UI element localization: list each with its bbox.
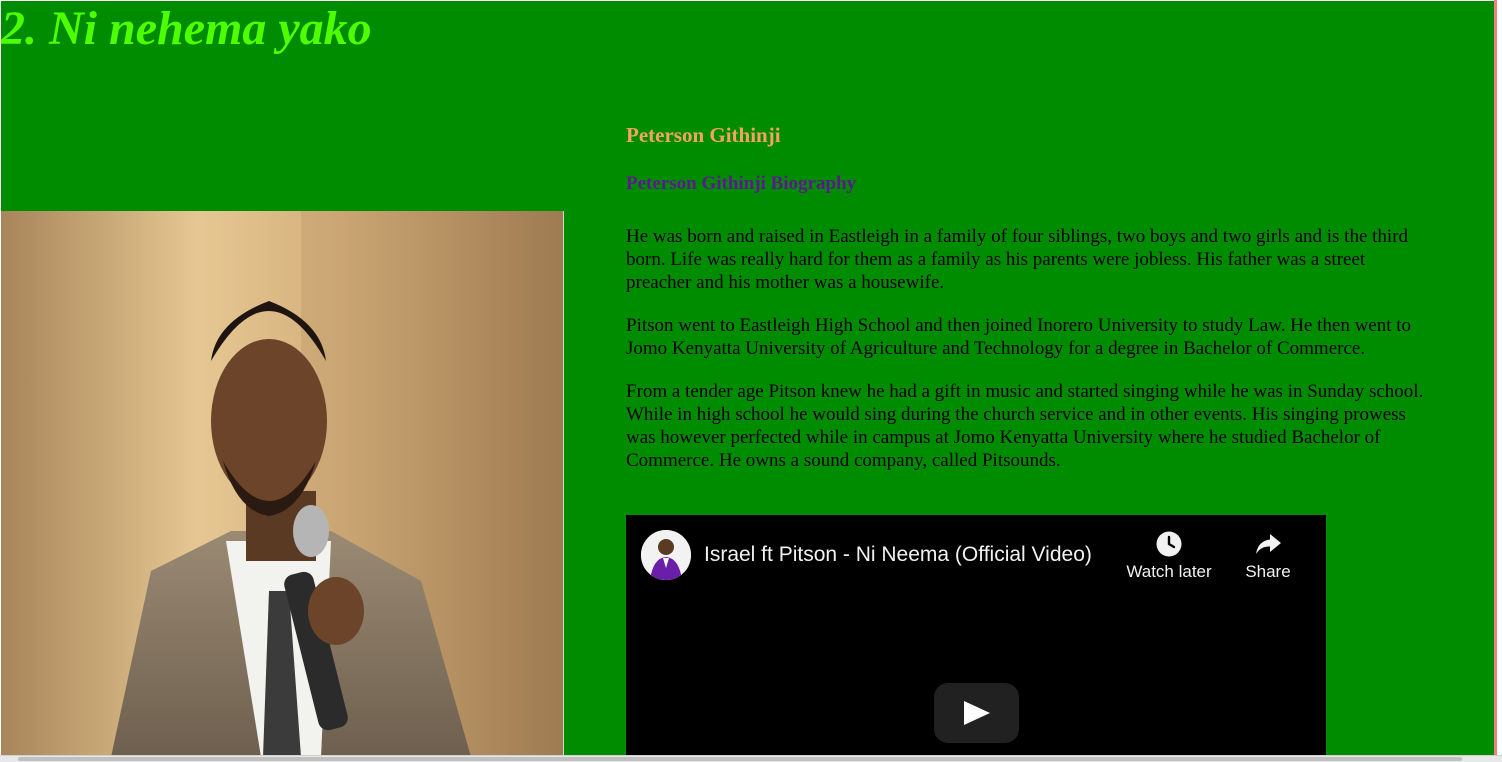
share-button[interactable]: Share <box>1220 530 1316 582</box>
biography-text: He was born and raised in Eastleigh in a… <box>626 225 1426 492</box>
clock-icon <box>1156 531 1182 557</box>
video-title[interactable]: Israel ft Pitson - Ni Neema (Official Vi… <box>704 543 1116 567</box>
artist-name: Peterson Githinji <box>626 123 781 147</box>
bio-paragraph: He was born and raised in Eastleigh in a… <box>626 226 1409 293</box>
play-icon <box>964 701 990 725</box>
artist-photo <box>1 211 564 755</box>
bio-paragraph: From a tender age Pitson knew he had a g… <box>626 381 1424 471</box>
bio-paragraph: Pitson went to Eastleigh High School and… <box>626 315 1412 359</box>
share-arrow-icon <box>1256 534 1281 554</box>
play-button[interactable] <box>934 683 1019 743</box>
page-right-border <box>1494 0 1497 761</box>
youtube-embed[interactable]: Israel ft Pitson - Ni Neema (Official Vi… <box>626 515 1326 755</box>
page-body: 2. Ni nehema yako Peterson Githinji Pete… <box>1 1 1494 755</box>
biography-heading: Peterson Githinji Biography <box>626 173 857 194</box>
scrollbar-thumb[interactable] <box>18 757 1462 761</box>
share-label: Share <box>1245 562 1291 581</box>
watch-later-button[interactable]: Watch later <box>1121 530 1217 582</box>
channel-avatar[interactable] <box>641 530 691 580</box>
page-title: 2. Ni nehema yako <box>1 2 372 55</box>
watch-later-label: Watch later <box>1126 562 1212 581</box>
